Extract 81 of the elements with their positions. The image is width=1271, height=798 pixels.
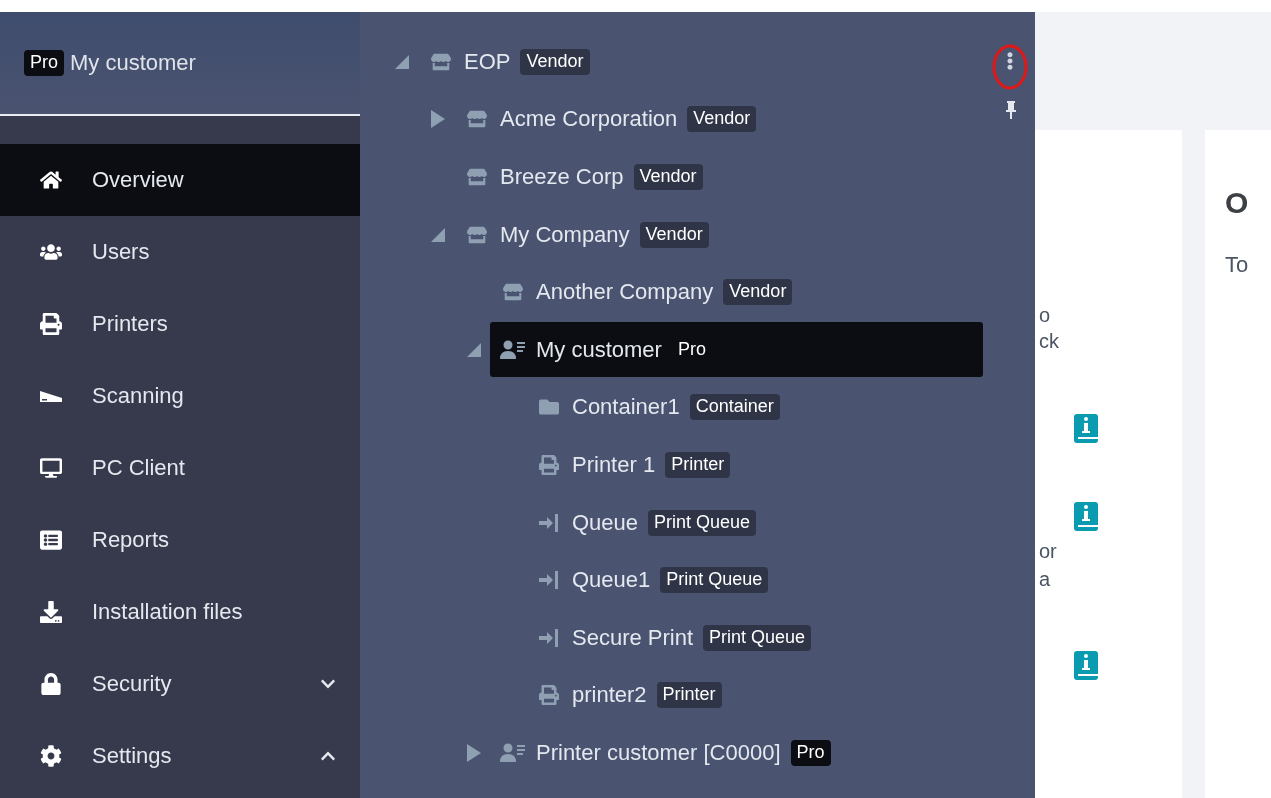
list-icon bbox=[38, 528, 64, 552]
tree-node[interactable]: Queue1 Print Queue bbox=[526, 552, 779, 608]
nav-item[interactable]: Printers bbox=[0, 288, 360, 360]
nav-label: Security bbox=[92, 671, 173, 697]
nav-label: PC Client bbox=[92, 455, 186, 481]
node-label: Breeze Corp bbox=[500, 164, 624, 190]
pin-icon[interactable] bbox=[1005, 100, 1017, 120]
type-tag: Pro bbox=[790, 739, 831, 766]
lock-icon bbox=[38, 672, 64, 696]
nav-label: Overview bbox=[92, 167, 185, 193]
nav-label: Scanning bbox=[92, 383, 185, 409]
node-label: Acme Corporation bbox=[500, 106, 678, 133]
card-text: ck bbox=[1039, 330, 1059, 353]
type-tag: Vendor bbox=[723, 279, 793, 306]
nav-item[interactable]: Scanning bbox=[0, 360, 360, 432]
gear-icon bbox=[38, 744, 64, 768]
card-text: or bbox=[1039, 540, 1057, 563]
node-label: Queue1 bbox=[572, 567, 651, 594]
tree-node[interactable]: Acme Corporation Vendor bbox=[454, 91, 767, 147]
nav-item[interactable]: Settings bbox=[0, 720, 360, 792]
type-tag: Vendor bbox=[687, 106, 757, 133]
info-book-icon[interactable] bbox=[1074, 414, 1098, 443]
node-label: Secure Print bbox=[572, 624, 694, 651]
info-book-icon[interactable] bbox=[1074, 502, 1098, 531]
type-tag: Print Queue bbox=[648, 509, 757, 536]
type-tag: Print Queue bbox=[660, 567, 769, 594]
nav-label: Printers bbox=[92, 311, 169, 337]
type-tag: Vendor bbox=[633, 164, 703, 190]
type-tag: Container bbox=[689, 394, 780, 421]
nav-label: Installation files bbox=[92, 599, 244, 625]
printer-icon bbox=[38, 312, 64, 336]
node-label: Another Company bbox=[536, 279, 714, 306]
info-book-icon[interactable] bbox=[1074, 651, 1098, 680]
plan-tag: Pro bbox=[24, 50, 64, 76]
nav-label: Reports bbox=[92, 527, 171, 553]
highlight-ring bbox=[991, 42, 1029, 92]
card-text: o bbox=[1039, 304, 1051, 327]
nav-label: Settings bbox=[92, 743, 173, 769]
tree-node[interactable]: Another Company Vendor bbox=[490, 264, 803, 320]
type-tag: Printer bbox=[656, 682, 722, 709]
printer-icon bbox=[536, 684, 562, 707]
node-label: Queue bbox=[572, 509, 639, 536]
customer-title: My customer bbox=[70, 50, 196, 76]
nav-item[interactable]: Reports bbox=[0, 504, 360, 576]
tree-node[interactable]: EOP Vendor bbox=[418, 34, 600, 90]
node-label: My customer bbox=[536, 336, 662, 363]
tree-node[interactable]: Container1 Container bbox=[526, 379, 790, 435]
nav-item[interactable]: Installation files bbox=[0, 576, 360, 648]
type-tag: Vendor bbox=[639, 221, 709, 248]
monitor-icon bbox=[38, 456, 64, 480]
card-heading: O bbox=[1225, 186, 1249, 220]
tree-node[interactable]: Printer 1 Printer bbox=[526, 437, 741, 493]
nav-item[interactable]: Overview bbox=[0, 144, 360, 216]
type-tag: Print Queue bbox=[703, 624, 812, 651]
nav-item[interactable]: Users bbox=[0, 216, 360, 288]
card-text: To bbox=[1225, 252, 1249, 278]
nav-label: Users bbox=[92, 239, 151, 265]
node-label: My Company bbox=[500, 221, 630, 248]
tree-node[interactable]: My customer Pro bbox=[490, 322, 983, 378]
home-icon bbox=[38, 168, 64, 192]
node-label: Container1 bbox=[572, 394, 680, 421]
card-text: a bbox=[1039, 568, 1051, 591]
tree-node[interactable]: Printer customer [C0000] Pro bbox=[490, 725, 841, 781]
type-tag: Vendor bbox=[520, 48, 590, 75]
tree-node[interactable]: Secure Print Print Queue bbox=[526, 610, 822, 666]
type-tag: Printer bbox=[665, 451, 731, 478]
tree-node[interactable]: Queue Print Queue bbox=[526, 495, 767, 551]
nav-item[interactable]: PC Client bbox=[0, 432, 360, 504]
user-card-icon bbox=[500, 741, 526, 764]
node-label: printer2 bbox=[572, 682, 647, 709]
node-label: Printer customer [C0000] bbox=[536, 739, 781, 766]
node-label: EOP bbox=[464, 48, 511, 75]
tree-node[interactable]: printer2 Printer bbox=[526, 667, 732, 723]
printer-icon bbox=[536, 453, 562, 476]
node-label: Printer 1 bbox=[572, 451, 656, 478]
user-card-icon bbox=[500, 338, 526, 361]
tree-node[interactable]: Breeze Corp Vendor bbox=[454, 149, 713, 205]
tree-node[interactable]: My Company Vendor bbox=[454, 207, 719, 263]
download-icon bbox=[38, 600, 64, 624]
store-icon bbox=[464, 166, 490, 188]
nav-item[interactable]: Security bbox=[0, 648, 360, 720]
